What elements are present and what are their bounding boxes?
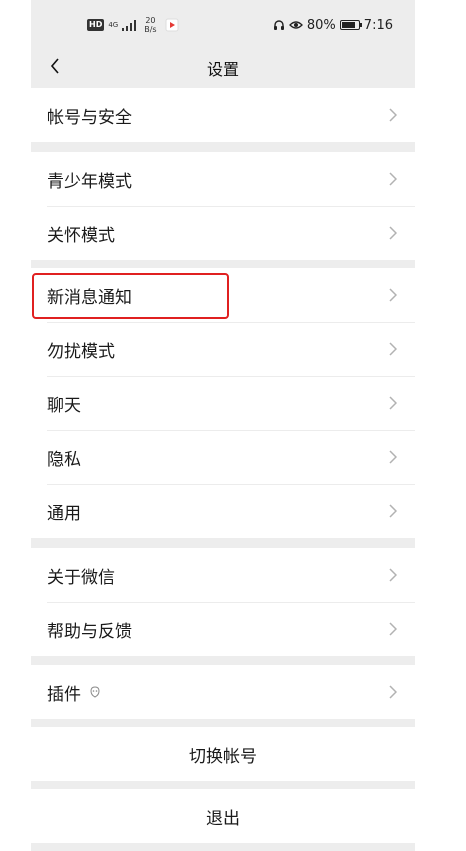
- item-label: 关于微信: [47, 567, 115, 588]
- chevron-right-icon: [389, 288, 397, 302]
- settings-item-chat[interactable]: 聊天: [31, 376, 415, 430]
- settings-item-help-feedback[interactable]: 帮助与反馈: [31, 602, 415, 656]
- group-plugins: 插件: [31, 665, 415, 719]
- status-bar: HD 4G 20 B/s 80% 7:16: [31, 0, 415, 48]
- chevron-right-icon: [389, 685, 397, 699]
- item-label: 青少年模式: [47, 171, 132, 192]
- chevron-right-icon: [389, 226, 397, 240]
- plugin-icon: [90, 686, 100, 698]
- network-speed: 20 B/s: [144, 16, 156, 34]
- item-label: 通用: [47, 503, 81, 524]
- clock: 7:16: [363, 17, 393, 33]
- chevron-right-icon: [389, 622, 397, 636]
- status-left: HD 4G 20 B/s: [87, 14, 179, 36]
- settings-item-account-security[interactable]: 帐号与安全: [31, 88, 415, 142]
- settings-item-new-message-notification[interactable]: 新消息通知: [31, 268, 415, 322]
- item-label: 关怀模式: [47, 225, 115, 246]
- group-about: 关于微信 帮助与反馈: [31, 548, 415, 656]
- speed-unit: B/s: [144, 25, 157, 34]
- item-label: 勿扰模式: [47, 341, 115, 362]
- item-label: 新消息通知: [47, 287, 132, 308]
- chevron-right-icon: [389, 342, 397, 356]
- logout-button[interactable]: 退出: [31, 789, 415, 843]
- nav-bar: 设置: [31, 48, 415, 86]
- settings-item-about-wechat[interactable]: 关于微信: [31, 548, 415, 602]
- battery-fill: [341, 22, 355, 28]
- switch-account-button[interactable]: 切换帐号: [31, 727, 415, 781]
- item-label: 帐号与安全: [47, 107, 132, 128]
- settings-item-teen-mode[interactable]: 青少年模式: [31, 152, 415, 206]
- page-title: 设置: [206, 60, 239, 79]
- settings-screen: HD 4G 20 B/s 80% 7:16 设置 帐号与安全 青少年模式 关怀模…: [31, 0, 415, 851]
- plugins-label: 插件: [47, 684, 81, 705]
- signal-icon: [122, 19, 137, 31]
- eye-comfort-icon: [288, 21, 303, 29]
- hd-badge: HD: [87, 19, 105, 31]
- group-general: 新消息通知 勿扰模式 聊天 隐私 通用: [31, 268, 415, 538]
- chevron-right-icon: [389, 568, 397, 582]
- item-label: 隐私: [47, 449, 81, 470]
- headphone-icon: [273, 20, 284, 30]
- item-label: 聊天: [47, 395, 81, 416]
- chevron-right-icon: [389, 450, 397, 464]
- group-account: 帐号与安全: [31, 88, 415, 142]
- chevron-right-icon: [389, 172, 397, 186]
- chevron-right-icon: [389, 108, 397, 122]
- battery-icon: [339, 20, 362, 30]
- item-label: 插件: [47, 680, 101, 705]
- network-type: 4G: [108, 21, 119, 29]
- settings-item-do-not-disturb[interactable]: 勿扰模式: [31, 322, 415, 376]
- app-notification-icon: [165, 18, 179, 32]
- settings-item-plugins[interactable]: 插件: [31, 665, 415, 719]
- speed-value: 20: [145, 16, 156, 25]
- status-right: 80% 7:16: [273, 14, 393, 36]
- item-label: 帮助与反馈: [47, 621, 132, 642]
- settings-item-general[interactable]: 通用: [31, 484, 415, 538]
- chevron-right-icon: [389, 504, 397, 518]
- settings-item-privacy[interactable]: 隐私: [31, 430, 415, 484]
- settings-item-care-mode[interactable]: 关怀模式: [31, 206, 415, 260]
- group-care: 青少年模式 关怀模式: [31, 152, 415, 260]
- battery-percent: 80%: [306, 17, 336, 33]
- chevron-right-icon: [389, 396, 397, 410]
